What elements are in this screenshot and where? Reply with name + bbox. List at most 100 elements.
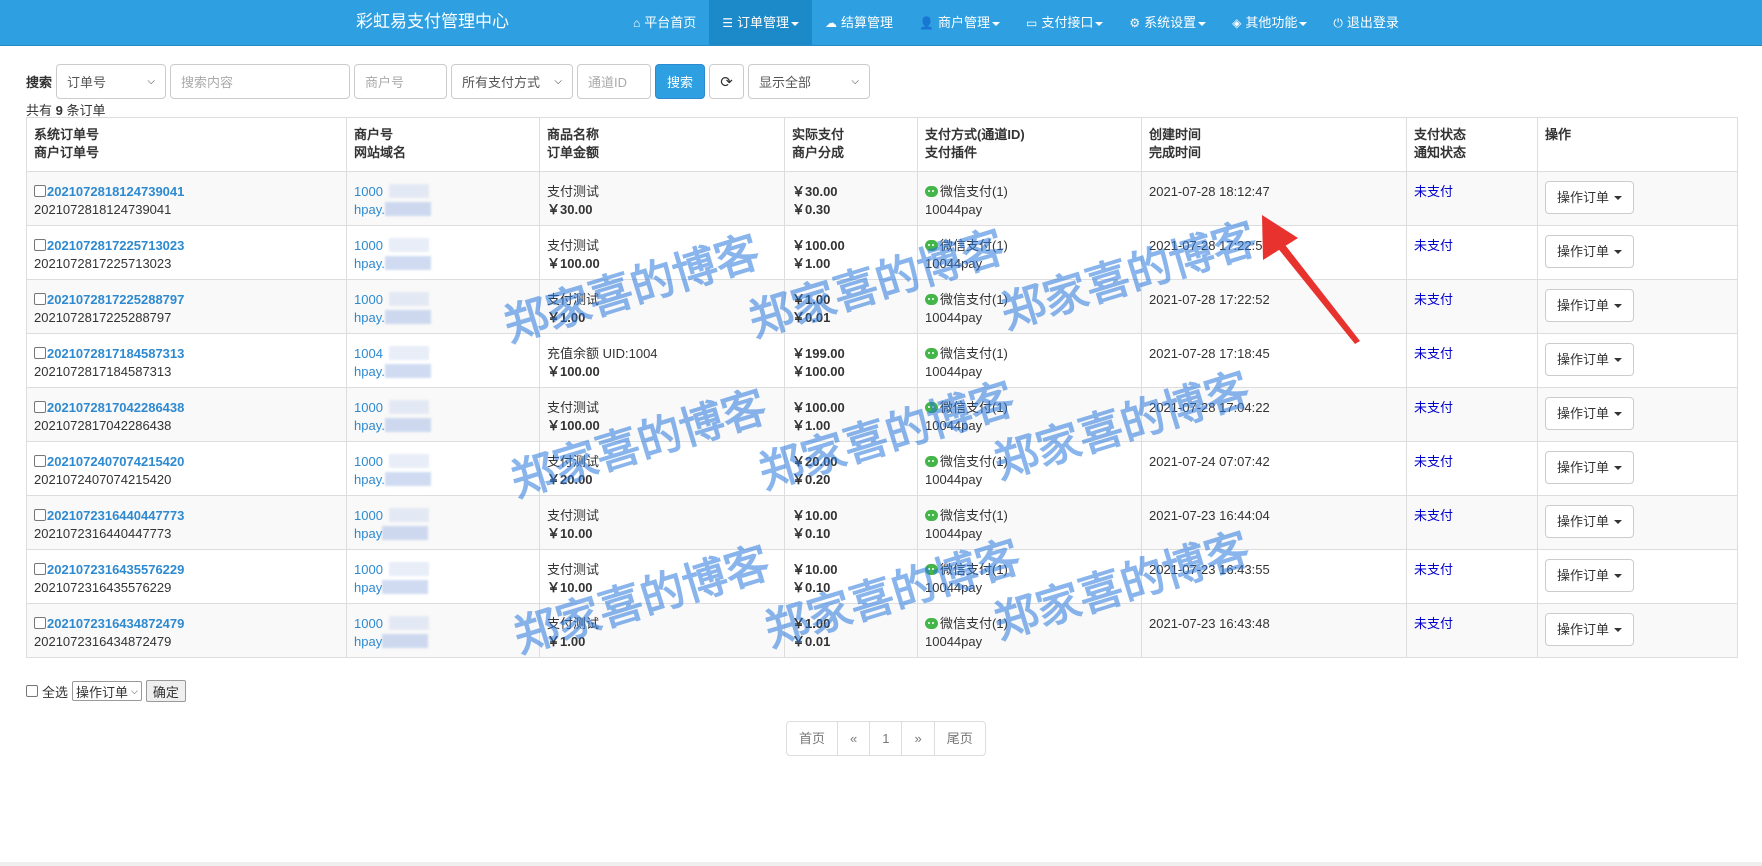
site-domain-link[interactable]: hpay xyxy=(354,580,382,595)
pager-item[interactable]: 1 xyxy=(869,721,903,756)
refresh-button[interactable]: ⟳ xyxy=(709,64,745,99)
merchant-share: ￥0.01 xyxy=(792,310,831,325)
bulk-action-select[interactable]: 操作订单 ⌵ xyxy=(72,681,142,701)
redacted-blur xyxy=(382,580,429,594)
pay-status-link[interactable]: 未支付 xyxy=(1414,291,1530,309)
order-amount: ￥100.00 xyxy=(547,418,600,433)
nav-item-2[interactable]: ☁ 结算管理 xyxy=(812,0,906,45)
site-domain-link[interactable]: hpay. xyxy=(354,310,385,325)
out-trade-no: 2021072316440447773 xyxy=(34,526,172,541)
trade-no-link[interactable]: 2021072316434872479 xyxy=(47,616,184,631)
order-action-dropdown-button[interactable]: 操作订单 xyxy=(1545,181,1635,214)
order-action-dropdown-button[interactable]: 操作订单 xyxy=(1545,559,1635,592)
order-action-dropdown-button[interactable]: 操作订单 xyxy=(1545,343,1635,376)
trade-no-link[interactable]: 2021072817042286438 xyxy=(47,400,184,415)
wechat-icon xyxy=(925,240,938,251)
confirm-button[interactable]: 确定 xyxy=(145,680,186,702)
footer-divider xyxy=(0,862,1762,866)
pager-item[interactable]: » xyxy=(901,721,935,756)
nav-item-7[interactable]: ⏻ 退出登录 xyxy=(1320,0,1412,45)
row-checkbox[interactable] xyxy=(34,617,46,629)
trade-no-link[interactable]: 2021072817225713023 xyxy=(47,238,184,253)
bulk-actions: 全选 操作订单 ⌵ 确定 xyxy=(26,680,186,702)
order-amount: ￥1.00 xyxy=(547,634,586,649)
trade-no-link[interactable]: 2021072316440447773 xyxy=(47,508,184,523)
order-action-dropdown-button[interactable]: 操作订单 xyxy=(1545,289,1635,322)
merchant-uid-link[interactable]: 1000 xyxy=(354,400,383,415)
nav-item-3[interactable]: 👤 商户管理 xyxy=(906,0,1013,45)
merchant-uid-link[interactable]: 1000 xyxy=(354,562,383,577)
create-time: 2021-07-28 17:22:57 xyxy=(1149,238,1270,253)
channel-id-input[interactable]: 通道ID xyxy=(577,64,652,99)
trade-no-link[interactable]: 2021072818124739041 xyxy=(47,184,184,199)
order-action-dropdown-button[interactable]: 操作订单 xyxy=(1545,235,1635,268)
site-domain-link[interactable]: hpay. xyxy=(354,202,385,217)
merchant-share: ￥0.30 xyxy=(792,202,831,217)
site-domain-link[interactable]: hpay. xyxy=(354,472,385,487)
row-checkbox[interactable] xyxy=(34,509,46,521)
pager-item[interactable]: « xyxy=(837,721,871,756)
pay-status-link[interactable]: 未支付 xyxy=(1414,561,1530,579)
select-all-checkbox[interactable] xyxy=(26,685,38,697)
nav-item-4[interactable]: ▭ 支付接口 xyxy=(1013,0,1116,45)
site-domain-link[interactable]: hpay. xyxy=(354,364,385,379)
paytype-select[interactable]: 所有支付方式 ⌵ xyxy=(451,64,574,99)
cell-action: 操作订单 xyxy=(1537,549,1738,604)
pager-item[interactable]: 尾页 xyxy=(933,721,986,756)
pay-status-link[interactable]: 未支付 xyxy=(1414,345,1530,363)
pay-status-link[interactable]: 未支付 xyxy=(1414,453,1530,471)
merchant-uid-link[interactable]: 1004 xyxy=(354,346,383,361)
order-amount: ￥1.00 xyxy=(547,310,586,325)
merchant-uid-link[interactable]: 1000 xyxy=(354,616,383,631)
display-filter-select[interactable]: 显示全部 ⌵ xyxy=(748,64,871,99)
column-header: 商户号 网站域名 xyxy=(346,117,540,172)
search-button[interactable]: 搜索 xyxy=(655,64,706,99)
merchant-uid-link[interactable]: 1000 xyxy=(354,454,383,469)
cell-time: 2021-07-23 16:43:48 xyxy=(1141,603,1407,658)
merchant-uid-link[interactable]: 1000 xyxy=(354,184,383,199)
pay-status-link[interactable]: 未支付 xyxy=(1414,237,1530,255)
trade-no-link[interactable]: 2021072407074215420 xyxy=(47,454,184,469)
trade-no-link[interactable]: 2021072316435576229 xyxy=(47,562,184,577)
order-action-dropdown-button[interactable]: 操作订单 xyxy=(1545,451,1635,484)
merchant-id-input[interactable]: 商户号 xyxy=(354,64,448,99)
header-line1: 商品名称 xyxy=(547,127,600,142)
site-domain-link[interactable]: hpay xyxy=(354,526,382,541)
pager-item[interactable]: 首页 xyxy=(786,721,839,756)
pay-status-link[interactable]: 未支付 xyxy=(1414,183,1530,201)
row-checkbox[interactable] xyxy=(34,239,46,251)
merchant-uid-link[interactable]: 1000 xyxy=(354,508,383,523)
order-action-dropdown-button[interactable]: 操作订单 xyxy=(1545,613,1635,646)
site-domain-link[interactable]: hpay. xyxy=(354,418,385,433)
row-checkbox[interactable] xyxy=(34,455,46,467)
redacted-blur xyxy=(384,472,431,486)
pay-status-link[interactable]: 未支付 xyxy=(1414,507,1530,525)
merchant-uid-link[interactable]: 1000 xyxy=(354,292,383,307)
search-field-select[interactable]: 订单号 ⌵ xyxy=(56,64,167,99)
order-action-dropdown-button[interactable]: 操作订单 xyxy=(1545,505,1635,538)
order-action-label: 操作订单 xyxy=(1557,567,1610,583)
pay-status-link[interactable]: 未支付 xyxy=(1414,615,1530,633)
trade-no-link[interactable]: 2021072817184587313 xyxy=(47,346,184,361)
nav-item-0[interactable]: ⌂ 平台首页 xyxy=(620,0,709,45)
order-action-dropdown-button[interactable]: 操作订单 xyxy=(1545,397,1635,430)
cell-status: 未支付 xyxy=(1406,387,1538,442)
nav-item-6[interactable]: ◈ 其他功能 xyxy=(1219,0,1320,45)
pay-status-link[interactable]: 未支付 xyxy=(1414,399,1530,417)
row-checkbox[interactable] xyxy=(34,401,46,413)
cell-merchant: 1000 hpay xyxy=(346,603,540,658)
brand-title[interactable]: 彩虹易支付管理中心 xyxy=(356,0,509,44)
site-domain-link[interactable]: hpay xyxy=(354,634,382,649)
merchant-uid-link[interactable]: 1000 xyxy=(354,238,383,253)
trade-no-link[interactable]: 2021072817225288797 xyxy=(47,292,184,307)
cell-payment: ￥30.00 ￥0.30 xyxy=(784,171,918,226)
row-checkbox[interactable] xyxy=(34,563,46,575)
search-keyword-input[interactable]: 搜索内容 xyxy=(170,64,351,99)
nav-item-1[interactable]: ☰ 订单管理 xyxy=(709,0,813,45)
nav-item-5[interactable]: ⚙ 系统设置 xyxy=(1116,0,1219,45)
row-checkbox[interactable] xyxy=(34,293,46,305)
cell-payment: ￥10.00 ￥0.10 xyxy=(784,495,918,550)
site-domain-link[interactable]: hpay. xyxy=(354,256,385,271)
row-checkbox[interactable] xyxy=(34,185,46,197)
row-checkbox[interactable] xyxy=(34,347,46,359)
